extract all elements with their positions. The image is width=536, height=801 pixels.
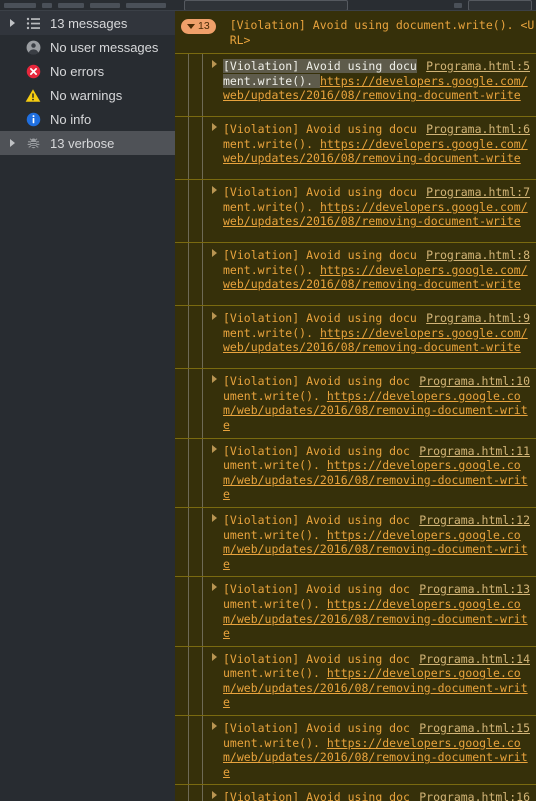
chevron-right-icon[interactable] — [212, 444, 217, 453]
message-source-link[interactable]: Programa.html:14 — [419, 652, 530, 667]
message-body[interactable]: Programa.html:15 [Violation] Avoid using … — [203, 716, 536, 784]
devtools-toolbar[interactable] — [0, 0, 536, 11]
message-source-link[interactable]: Programa.html:5 — [426, 59, 530, 74]
level-select[interactable] — [468, 0, 532, 10]
info-icon — [20, 112, 46, 127]
message-body[interactable]: Programa.html:6 [Violation] Avoid using d… — [203, 117, 536, 179]
message-body[interactable]: Programa.html:11 [Violation] Avoid using … — [203, 439, 536, 507]
chevron-right-icon[interactable] — [4, 19, 20, 27]
message-source-link[interactable]: Programa.html:6 — [426, 122, 530, 137]
message-gutter — [175, 243, 203, 306]
console-message-row[interactable]: Programa.html:16 [Violation] Avoid using … — [175, 785, 536, 801]
toolbar-item[interactable] — [126, 2, 166, 8]
console-message-row[interactable]: Programa.html:8 [Violation] Avoid using d… — [175, 243, 536, 307]
console-message-row[interactable]: Programa.html:13 [Violation] Avoid using … — [175, 577, 536, 647]
sidebar-item-label: No warnings — [50, 87, 123, 103]
toolbar-item[interactable] — [90, 2, 120, 8]
sidebar-item-label: No info — [50, 111, 92, 127]
console-message-row[interactable]: Programa.html:10 [Violation] Avoid using … — [175, 369, 536, 439]
message-gutter — [175, 785, 203, 801]
chevron-right-icon[interactable] — [4, 139, 20, 147]
message-gutter — [175, 54, 203, 117]
message-source-link[interactable]: Programa.html:10 — [419, 374, 530, 389]
message-body[interactable]: Programa.html:7 [Violation] Avoid using d… — [203, 180, 536, 242]
toolbar-item[interactable] — [58, 2, 84, 8]
console-message-row[interactable]: Programa.html:9 [Violation] Avoid using d… — [175, 306, 536, 370]
error-icon — [20, 64, 46, 79]
list-icon — [20, 17, 46, 30]
message-source-link[interactable]: Programa.html:13 — [419, 582, 530, 597]
console-message-row[interactable]: Programa.html:7 [Violation] Avoid using d… — [175, 180, 536, 244]
message-source-link[interactable]: Programa.html:12 — [419, 513, 530, 528]
warning-icon — [20, 88, 46, 103]
console-sidebar: 13 messages No user messages No errors N… — [0, 11, 175, 801]
sidebar-item-messages[interactable]: 13 messages — [0, 11, 175, 35]
group-count-label: 13 — [198, 20, 210, 33]
message-body[interactable]: Programa.html:5 [Violation] Avoid using d… — [203, 54, 536, 116]
chevron-right-icon[interactable] — [212, 249, 217, 258]
message-gutter — [175, 646, 203, 716]
chevron-right-icon[interactable] — [212, 652, 217, 661]
console-message-row[interactable]: Programa.html:5 [Violation] Avoid using d… — [175, 54, 536, 118]
sidebar-item-label: 13 verbose — [50, 135, 115, 151]
message-gutter — [175, 369, 203, 438]
chevron-right-icon[interactable] — [212, 583, 217, 592]
message-body[interactable]: Programa.html:14 [Violation] Avoid using … — [203, 647, 536, 715]
sidebar-item-user-messages[interactable]: No user messages — [0, 35, 175, 59]
console-group-header[interactable]: 13 [Violation] Avoid using document.writ… — [175, 11, 536, 55]
console-message-row[interactable]: Programa.html:11 [Violation] Avoid using … — [175, 438, 536, 508]
toolbar-item[interactable] — [42, 2, 52, 8]
devtools-console-window: 13 messages No user messages No errors N… — [0, 0, 536, 801]
message-body[interactable]: Programa.html:9 [Violation] Avoid using d… — [203, 306, 536, 368]
console-messages-pane[interactable]: 13 [Violation] Avoid using document.writ… — [175, 11, 536, 801]
sidebar-item-label: No user messages — [50, 39, 159, 55]
chevron-right-icon[interactable] — [212, 513, 217, 522]
chevron-right-icon[interactable] — [212, 60, 217, 69]
message-gutter — [175, 117, 203, 180]
sidebar-item-label: No errors — [50, 63, 105, 79]
person-icon — [20, 40, 46, 55]
message-gutter — [175, 577, 203, 647]
console-message-row[interactable]: Programa.html:6 [Violation] Avoid using d… — [175, 117, 536, 181]
message-body[interactable]: Programa.html:16 [Violation] Avoid using … — [203, 785, 536, 801]
message-gutter — [175, 438, 203, 508]
sidebar-item-errors[interactable]: No errors — [0, 59, 175, 83]
message-gutter — [175, 507, 203, 577]
console-message-row[interactable]: Programa.html:12 [Violation] Avoid using … — [175, 507, 536, 578]
bug-icon — [20, 136, 46, 151]
message-body[interactable]: Programa.html:10 [Violation] Avoid using … — [203, 369, 536, 437]
message-text-label: [Violation] Avoid using document.write()… — [223, 790, 410, 801]
message-source-link[interactable]: Programa.html:8 — [426, 248, 530, 263]
message-body[interactable]: Programa.html:12 [Violation] Avoid using … — [203, 508, 536, 576]
chevron-right-icon[interactable] — [212, 312, 217, 321]
chevron-right-icon[interactable] — [212, 375, 217, 384]
chevron-right-icon[interactable] — [212, 186, 217, 195]
filter-input[interactable] — [184, 0, 348, 10]
sidebar-item-info[interactable]: No info — [0, 107, 175, 131]
toolbar-item[interactable] — [4, 2, 36, 8]
chevron-right-icon[interactable] — [212, 791, 217, 800]
message-source-link[interactable]: Programa.html:9 — [426, 311, 530, 326]
message-gutter — [175, 306, 203, 369]
message-source-link[interactable]: Programa.html:15 — [419, 721, 530, 736]
message-source-link[interactable]: Programa.html:16 — [419, 790, 530, 801]
sidebar-item-warnings[interactable]: No warnings — [0, 83, 175, 107]
message-body[interactable]: Programa.html:13 [Violation] Avoid using … — [203, 577, 536, 645]
sidebar-item-verbose[interactable]: 13 verbose — [0, 131, 175, 155]
chevron-right-icon[interactable] — [212, 123, 217, 132]
sidebar-item-label: 13 messages — [50, 15, 128, 31]
toolbar-item[interactable] — [454, 2, 462, 8]
console-message-row[interactable]: Programa.html:14 [Violation] Avoid using … — [175, 646, 536, 717]
message-source-link[interactable]: Programa.html:7 — [426, 185, 530, 200]
message-body[interactable]: Programa.html:8 [Violation] Avoid using d… — [203, 243, 536, 305]
console-message-list: Programa.html:5 [Violation] Avoid using d… — [175, 54, 536, 801]
group-count-badge[interactable]: 13 — [181, 19, 216, 34]
message-gutter — [175, 180, 203, 243]
triangle-down-icon — [187, 24, 195, 29]
message-gutter — [175, 716, 203, 785]
console-message-row[interactable]: Programa.html:15 [Violation] Avoid using … — [175, 716, 536, 786]
group-title: [Violation] Avoid using document.write()… — [229, 18, 535, 47]
message-source-link[interactable]: Programa.html:11 — [419, 444, 530, 459]
chevron-right-icon[interactable] — [212, 722, 217, 731]
